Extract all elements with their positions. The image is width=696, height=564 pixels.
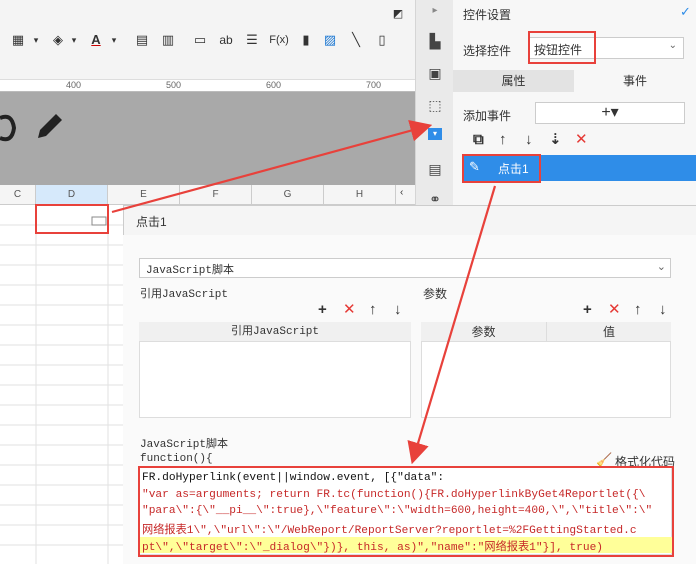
arrow-to-widget-settings	[111, 120, 433, 214]
annotation-arrows	[111, 120, 497, 465]
arrow-to-code	[407, 185, 497, 465]
app-window: ◩ ▦ ▾ ◈ ▾ A ▾ ▤ ▥ ▭ ab ☰ F(x) ▮ ▨ ╲ ▯ 40…	[0, 0, 696, 564]
